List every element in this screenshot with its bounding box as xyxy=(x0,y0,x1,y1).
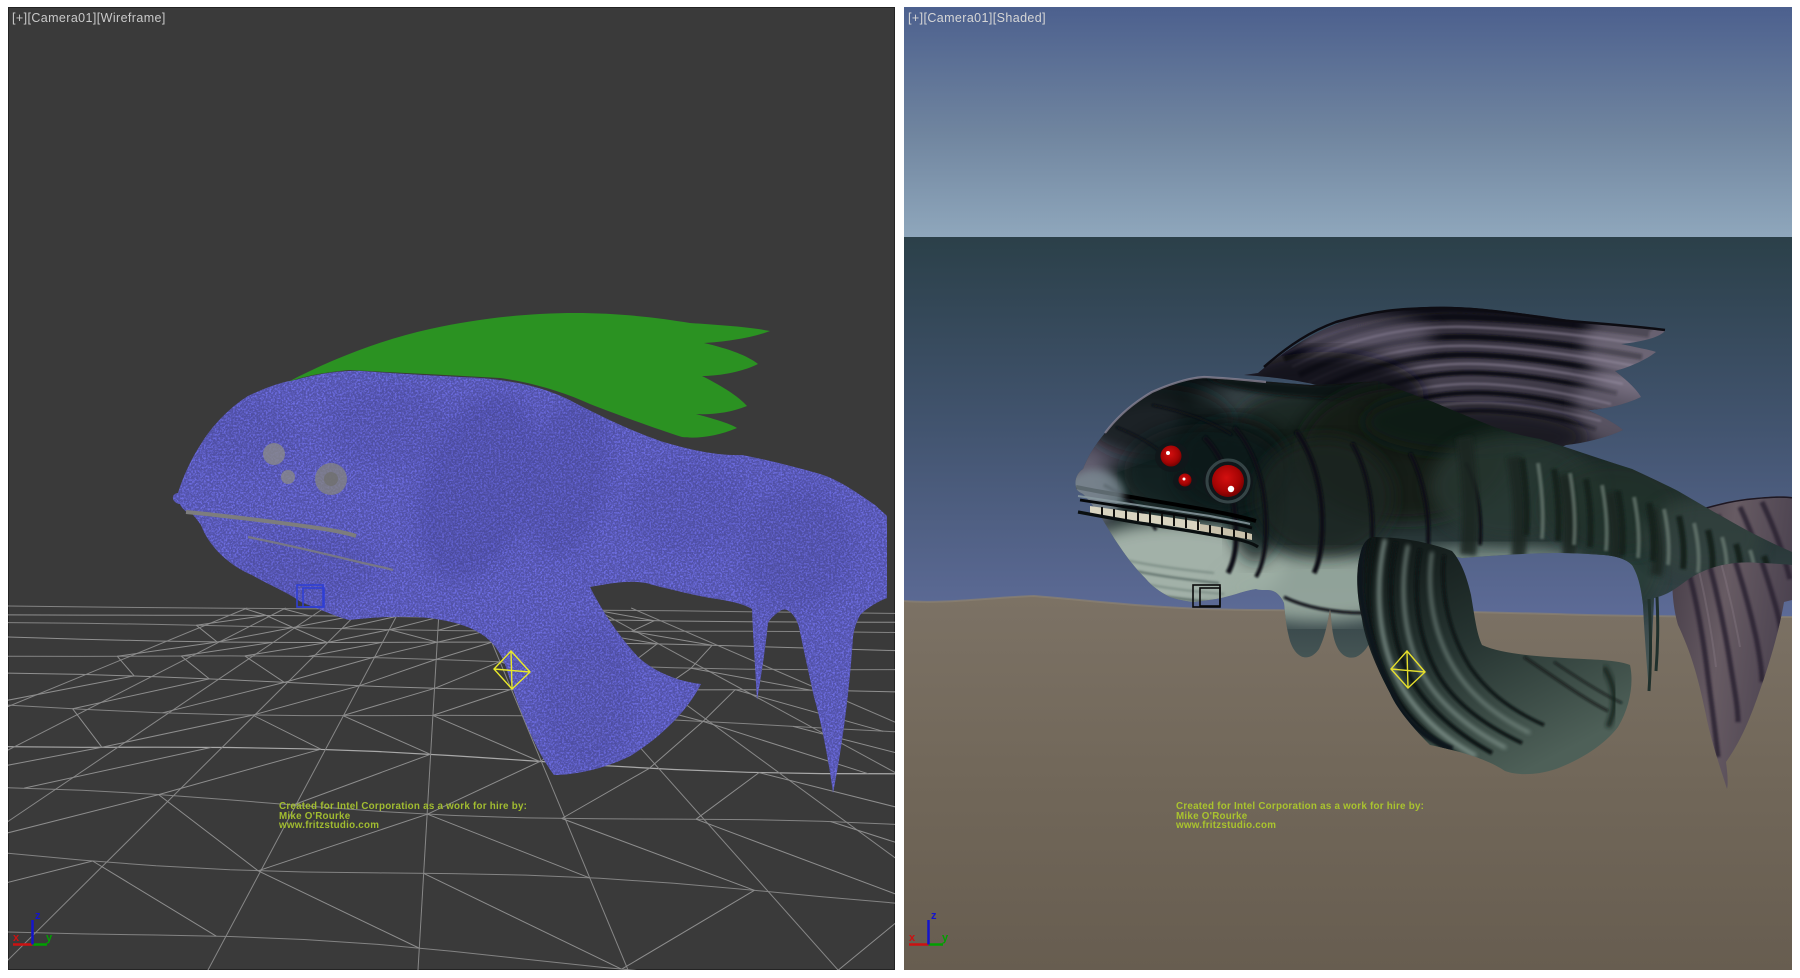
svg-text:x: x xyxy=(909,932,916,944)
svg-text:z: z xyxy=(35,910,41,922)
svg-text:x: x xyxy=(13,932,20,944)
svg-text:y: y xyxy=(942,932,949,944)
svg-text:y: y xyxy=(46,932,53,944)
svg-text:z: z xyxy=(931,910,937,922)
